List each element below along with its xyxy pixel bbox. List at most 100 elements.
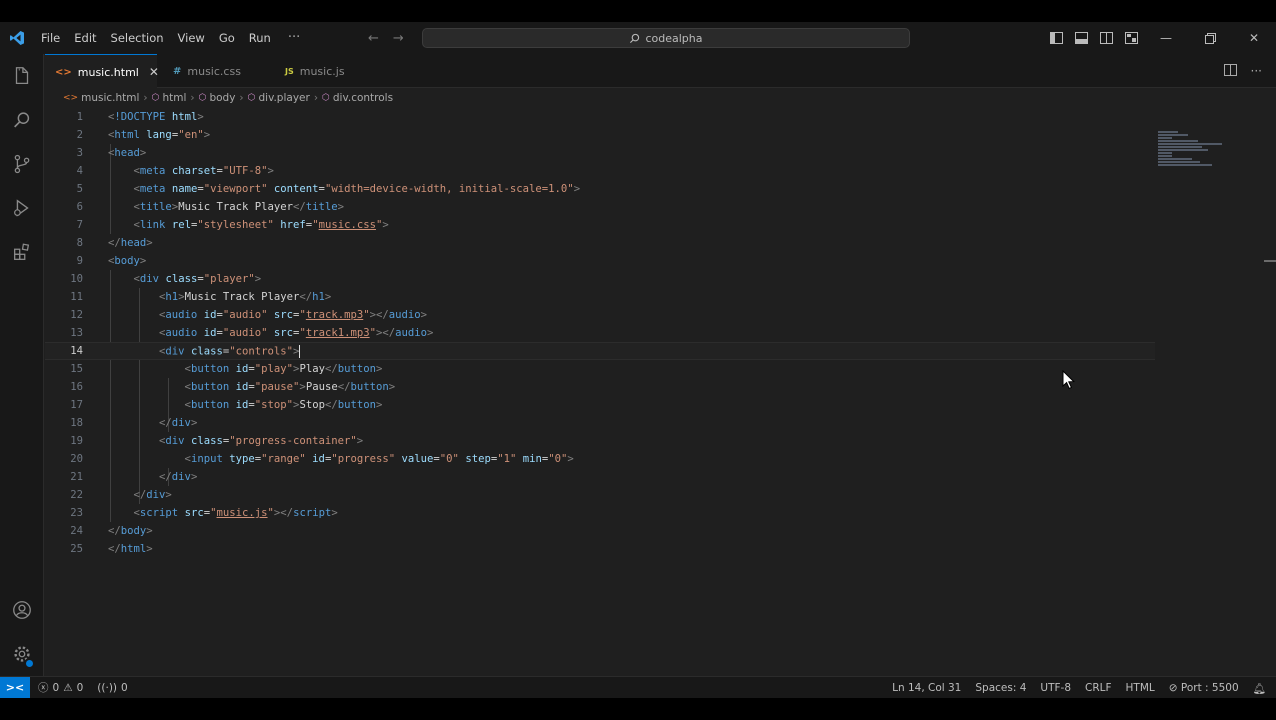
- explorer-icon[interactable]: [0, 54, 44, 98]
- remote-indicator-icon[interactable]: ><: [0, 676, 30, 698]
- code-line: 5 <meta name="viewport" content="width=d…: [76, 183, 581, 195]
- menu-selection[interactable]: Selection: [104, 22, 171, 54]
- code-line: 6 <title>Music Track Player</title>: [76, 201, 345, 213]
- indentation[interactable]: Spaces: 4: [975, 682, 1026, 694]
- manage-gear-icon[interactable]: [0, 632, 44, 676]
- code-line: 7 <link rel="stylesheet" href="music.css…: [76, 219, 389, 231]
- restore-window-icon[interactable]: [1188, 32, 1232, 44]
- cursor-position[interactable]: Ln 14, Col 31: [892, 682, 961, 694]
- code-line: 21 </div>: [70, 471, 198, 483]
- forward-arrow-icon[interactable]: →: [393, 31, 404, 46]
- text-cursor: [299, 344, 301, 358]
- code-line: 12 <audio id="audio" src="track.mp3"></a…: [70, 309, 428, 321]
- code-line: 2 <html lang="en">: [76, 129, 211, 141]
- code-line: 11 <h1>Music Track Player</h1>: [70, 291, 332, 303]
- scrollbar-marker[interactable]: [1264, 260, 1276, 262]
- title-actions: — ✕: [1044, 22, 1276, 54]
- code-line: 24 </body>: [70, 525, 153, 537]
- split-editor-icon[interactable]: [1223, 63, 1237, 79]
- element-icon: ⬡: [198, 93, 207, 103]
- menu-run[interactable]: Run: [242, 22, 278, 54]
- ports-count: 0: [121, 681, 128, 694]
- close-window-icon[interactable]: ✕: [1232, 31, 1276, 45]
- js-file-icon: JS: [285, 66, 294, 76]
- menu-edit[interactable]: Edit: [67, 22, 103, 54]
- breadcrumb-item[interactable]: div.player: [258, 92, 309, 104]
- css-file-icon: #: [173, 65, 182, 77]
- code-line: 23 <script src="music.js"></script>: [70, 507, 338, 519]
- run-and-debug-icon[interactable]: [0, 186, 44, 230]
- minimize-window-icon[interactable]: —: [1144, 31, 1188, 45]
- ports-icon: ((·)): [97, 681, 118, 694]
- live-server-port[interactable]: ⊘ Port : 5500: [1169, 682, 1239, 694]
- customize-layout-icon[interactable]: [1119, 32, 1144, 44]
- toggle-primary-sidebar-icon[interactable]: [1044, 32, 1069, 44]
- chevron-right-icon: ›: [143, 92, 148, 104]
- html-file-icon: <>: [63, 93, 79, 103]
- warning-icon: ⚠: [63, 681, 73, 694]
- breadcrumb: <> music.html › ⬡ html › ⬡ body › ⬡ div.…: [45, 88, 1276, 108]
- update-badge: [24, 658, 35, 669]
- tab-label: music.html: [77, 65, 139, 79]
- search-icon: [630, 33, 640, 43]
- breadcrumb-item[interactable]: div.controls: [333, 92, 393, 104]
- menu-view[interactable]: View: [171, 22, 212, 54]
- end-of-line[interactable]: CRLF: [1085, 682, 1112, 694]
- code-line: 18 </div>: [70, 417, 198, 429]
- code-line: 19 <div class="progress-container">: [70, 435, 364, 447]
- toggle-secondary-sidebar-icon[interactable]: [1094, 32, 1119, 44]
- source-control-icon[interactable]: [0, 142, 44, 186]
- code-line: 3 <head>: [76, 147, 147, 159]
- code-line: 16 <button id="pause">Pause</button>: [70, 381, 396, 393]
- problems-indicator[interactable]: ⓧ 0 ⚠ 0 ((·)) 0: [30, 680, 128, 695]
- activity-bar: [0, 54, 44, 676]
- command-center-search[interactable]: codealpha: [422, 28, 910, 48]
- accounts-icon[interactable]: [0, 588, 44, 632]
- mouse-pointer-icon: [1062, 370, 1075, 390]
- menu-file[interactable]: File: [34, 22, 67, 54]
- vscode-logo-icon[interactable]: [0, 22, 34, 54]
- toggle-panel-icon[interactable]: [1069, 32, 1094, 44]
- editor-tabs: <> music.html ✕ # music.css JS music.js …: [45, 54, 1276, 89]
- code-line-current: 14 <div class="controls">: [45, 342, 1155, 360]
- breadcrumb-item[interactable]: music.html: [81, 92, 139, 104]
- chevron-right-icon: ›: [313, 92, 319, 104]
- code-line: 15 <button id="play">Play</button>: [70, 363, 383, 375]
- tab-music-html[interactable]: <> music.html ✕: [45, 54, 159, 89]
- code-line: 1 <!DOCTYPE html>: [76, 111, 204, 123]
- menu-go[interactable]: Go: [212, 22, 242, 54]
- back-arrow-icon[interactable]: ←: [368, 31, 379, 46]
- code-line: 20 <input type="range" id="progress" val…: [70, 453, 574, 465]
- html-file-icon: <>: [55, 66, 72, 78]
- chevron-right-icon: ›: [239, 92, 244, 104]
- code-line: 17 <button id="stop">Stop</button>: [70, 399, 383, 411]
- code-line: 9 <body>: [76, 255, 147, 267]
- code-line: 10 <div class="player">: [70, 273, 262, 285]
- notifications-bell-icon[interactable]: 🔔︎: [1253, 682, 1266, 695]
- more-actions-icon[interactable]: ···: [1251, 64, 1262, 78]
- menu-more-button[interactable]: ···: [278, 22, 310, 54]
- code-line: 22 </div>: [70, 489, 172, 501]
- element-icon: ⬡: [247, 93, 256, 103]
- status-bar-right: Ln 14, Col 31 Spaces: 4 UTF-8 CRLF HTML …: [892, 677, 1266, 698]
- warning-count: 0: [76, 681, 84, 694]
- editor-actions: ···: [1223, 54, 1262, 88]
- tab-music-css[interactable]: # music.css: [163, 54, 251, 88]
- error-count: 0: [52, 681, 60, 694]
- no-entry-icon: ⊘: [1168, 682, 1178, 694]
- close-tab-icon[interactable]: ✕: [149, 65, 159, 79]
- language-mode[interactable]: HTML: [1126, 682, 1155, 694]
- status-bar: >< ⓧ 0 ⚠ 0 ((·)) 0 Ln 14, Col 31 Spaces:…: [0, 676, 1276, 698]
- search-icon[interactable]: [0, 98, 44, 142]
- title-bar: File Edit Selection View Go Run ··· ← → …: [0, 22, 1276, 54]
- code-line: 4 <meta charset="UTF-8">: [76, 165, 274, 177]
- encoding[interactable]: UTF-8: [1040, 682, 1071, 694]
- breadcrumb-item[interactable]: body: [209, 92, 235, 104]
- extensions-icon[interactable]: [0, 230, 44, 274]
- tab-music-js[interactable]: JS music.js: [275, 54, 355, 88]
- code-editor[interactable]: 1 <!DOCTYPE html> 2 <html lang="en"> 3 <…: [45, 108, 1276, 676]
- breadcrumb-item[interactable]: html: [162, 92, 186, 104]
- minimap[interactable]: [1158, 130, 1228, 178]
- workspace-name: codealpha: [645, 31, 703, 45]
- error-icon: ⓧ: [38, 682, 49, 694]
